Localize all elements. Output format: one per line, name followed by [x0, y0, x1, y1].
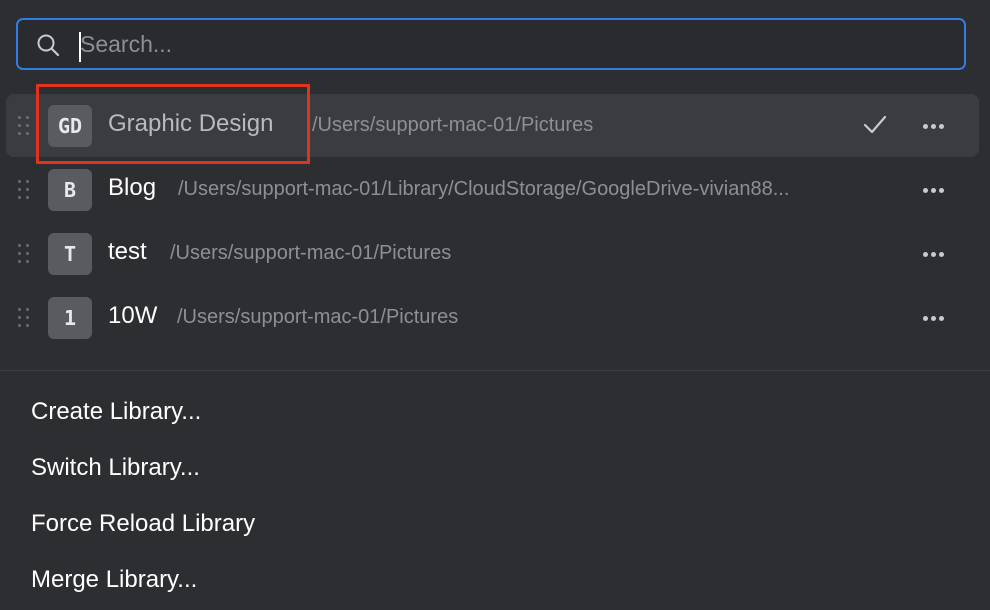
library-switcher-panel: GD Graphic Design /Users/support-mac-01/… — [0, 0, 990, 610]
library-row-10w[interactable]: 1 10W /Users/support-mac-01/Pictures — [0, 286, 990, 350]
drag-handle-icon[interactable] — [18, 244, 32, 264]
search-input[interactable] — [76, 26, 940, 62]
drag-handle-icon[interactable] — [18, 308, 32, 328]
drag-handle-icon[interactable] — [18, 180, 32, 200]
library-name: Blog — [108, 174, 157, 201]
library-path: /Users/support-mac-01/Pictures — [170, 242, 452, 264]
annotation-highlight-box — [36, 84, 310, 164]
library-badge: B — [48, 169, 92, 211]
library-row-blog[interactable]: B Blog /Users/support-mac-01/Library/Clo… — [0, 158, 990, 222]
library-path: /Users/support-mac-01/Pictures — [177, 306, 459, 328]
switch-library-menu-item[interactable]: Switch Library... — [0, 440, 990, 496]
more-icon[interactable] — [920, 116, 948, 136]
library-badge: T — [48, 233, 92, 275]
divider — [0, 370, 990, 371]
merge-library-menu-item[interactable]: Merge Library... — [0, 552, 990, 608]
library-name: 10W — [108, 302, 158, 329]
library-badge: 1 — [48, 297, 92, 339]
search-box[interactable] — [16, 18, 966, 70]
library-actions-menu: Create Library... Switch Library... Forc… — [0, 384, 990, 608]
library-path: /Users/support-mac-01/Pictures — [312, 114, 594, 136]
search-icon — [36, 33, 60, 57]
create-library-menu-item[interactable]: Create Library... — [0, 384, 990, 440]
more-icon[interactable] — [920, 308, 948, 328]
drag-handle-icon[interactable] — [18, 116, 32, 136]
force-reload-library-menu-item[interactable]: Force Reload Library — [0, 496, 990, 552]
library-path: /Users/support-mac-01/Library/CloudStora… — [178, 178, 790, 200]
more-icon[interactable] — [920, 180, 948, 200]
checkmark-icon — [862, 113, 888, 137]
more-icon[interactable] — [920, 244, 948, 264]
library-name: test — [108, 238, 147, 265]
library-row-test[interactable]: T test /Users/support-mac-01/Pictures — [0, 222, 990, 286]
